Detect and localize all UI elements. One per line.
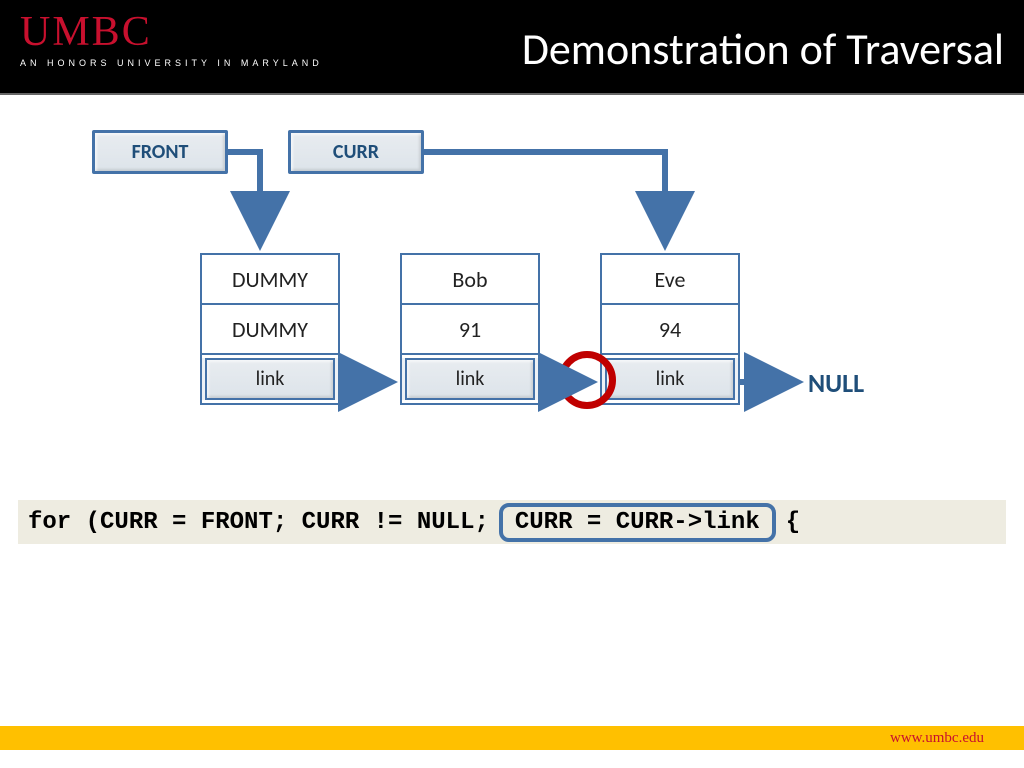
code-pre: for (CURR = FRONT; CURR != NULL; [28,509,489,536]
logo: UMBC AN HONORS UNIVERSITY IN MARYLAND [20,8,323,68]
footer-bar: www.umbc.edu [0,726,1024,750]
slide-header: UMBC AN HONORS UNIVERSITY IN MARYLAND De… [0,0,1024,95]
node-link-cell: link [405,358,535,400]
diagram-stage: FRONT CURR DUMMY DUMMY link Bob 91 link … [0,95,1024,655]
logo-sub: AN HONORS UNIVERSITY IN MARYLAND [20,58,323,68]
node-dummy: DUMMY DUMMY link [200,253,340,405]
logo-main: UMBC [20,8,323,56]
node-link-cell: link [205,358,335,400]
code-highlight-box: CURR = CURR->link [499,503,776,542]
code-line: for (CURR = FRONT; CURR != NULL; CURR = … [18,500,1006,544]
node-name: DUMMY [202,255,338,305]
front-label: FRONT [132,140,189,164]
slide-title: Demonstration of Traversal [522,22,1004,76]
highlight-circle-icon [558,351,616,409]
node-eve: Eve 94 link [600,253,740,405]
node-value: 94 [602,305,738,355]
node-link-cell: link [605,358,735,400]
null-label: NULL [808,367,864,399]
curr-pointer-box: CURR [288,130,424,174]
footer-url: www.umbc.edu [890,730,984,747]
node-name: Bob [402,255,538,305]
node-bob: Bob 91 link [400,253,540,405]
node-name: Eve [602,255,738,305]
code-post: { [786,509,800,536]
node-value: DUMMY [202,305,338,355]
front-pointer-box: FRONT [92,130,228,174]
node-value: 91 [402,305,538,355]
curr-label: CURR [333,140,379,164]
